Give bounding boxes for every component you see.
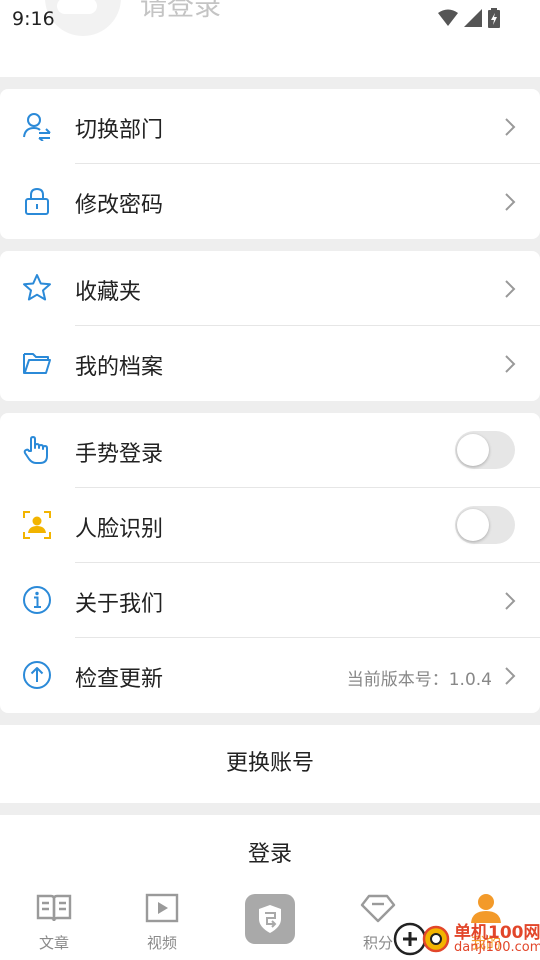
chevron-right-icon xyxy=(505,592,516,610)
center-tab-button xyxy=(245,894,295,944)
tab-label: 视频 xyxy=(146,934,177,952)
menu-item-face-recognition[interactable]: 人脸识别 xyxy=(0,488,540,563)
menu-item-label: 收藏夹 xyxy=(75,280,142,305)
tab-center-shield[interactable] xyxy=(216,880,324,960)
signal-icon xyxy=(464,9,482,27)
menu-item-label: 检查更新 xyxy=(75,667,164,692)
gesture-login-toggle[interactable] xyxy=(455,431,515,469)
face-recognition-icon xyxy=(23,511,51,539)
menu-item-my-archive[interactable]: 我的档案 xyxy=(0,326,540,401)
menu-item-check-update[interactable]: 检查更新 当前版本号：1.0.4 xyxy=(0,638,540,713)
menu-item-gesture-login[interactable]: 手势登录 xyxy=(0,413,540,488)
watermark-url: danji100.com xyxy=(454,940,540,955)
book-icon xyxy=(36,894,72,922)
watermark-logo-icon xyxy=(393,922,450,956)
version-text: 当前版本号：1.0.4 xyxy=(346,670,492,690)
status-icons xyxy=(438,8,500,28)
menu-section-account: 切换部门 修改密码 xyxy=(0,89,540,239)
menu-item-label: 手势登录 xyxy=(75,442,164,467)
diamond-icon xyxy=(360,894,396,923)
chevron-right-icon xyxy=(505,280,516,298)
tab-articles[interactable]: 文章 xyxy=(0,880,108,960)
lock-icon xyxy=(25,187,49,215)
chevron-right-icon xyxy=(505,355,516,373)
wifi-icon xyxy=(438,9,458,26)
switch-user-icon xyxy=(23,113,51,141)
star-icon xyxy=(23,274,51,301)
shield-icon xyxy=(259,905,281,933)
tab-label: 文章 xyxy=(38,934,69,952)
menu-item-change-password[interactable]: 修改密码 xyxy=(0,164,540,239)
hand-gesture-icon xyxy=(23,436,48,464)
battery-icon xyxy=(488,8,500,28)
upload-icon xyxy=(23,661,51,689)
menu-item-label: 人脸识别 xyxy=(75,517,164,542)
chevron-right-icon xyxy=(505,667,516,685)
menu-item-label: 修改密码 xyxy=(75,193,164,218)
face-recognition-toggle[interactable] xyxy=(455,506,515,544)
menu-item-label: 切换部门 xyxy=(75,118,164,143)
chevron-right-icon xyxy=(505,118,516,136)
folder-icon xyxy=(23,353,51,374)
menu-item-label: 我的档案 xyxy=(75,355,164,380)
info-icon xyxy=(23,586,51,614)
switch-account-button[interactable]: 更换账号 xyxy=(0,725,540,803)
menu-item-about-us[interactable]: 关于我们 xyxy=(0,563,540,638)
menu-item-switch-department[interactable]: 切换部门 xyxy=(0,89,540,164)
toggle-knob xyxy=(457,509,489,541)
chevron-right-icon xyxy=(505,193,516,211)
menu-item-favorites[interactable]: 收藏夹 xyxy=(0,251,540,326)
toggle-knob xyxy=(457,434,489,466)
video-icon xyxy=(145,893,179,923)
menu-item-label: 关于我们 xyxy=(75,592,164,617)
menu-section-settings: 手势登录 人脸识别 关于我们 检查更新 当前版本号：1.0.4 xyxy=(0,413,540,713)
tab-videos[interactable]: 视频 xyxy=(108,880,216,960)
site-watermark: 单机100网 danji100.com xyxy=(392,917,540,960)
menu-section-collections: 收藏夹 我的档案 xyxy=(0,251,540,401)
status-time: 9:16 xyxy=(12,8,55,30)
status-bar: 9:16 xyxy=(0,0,540,36)
